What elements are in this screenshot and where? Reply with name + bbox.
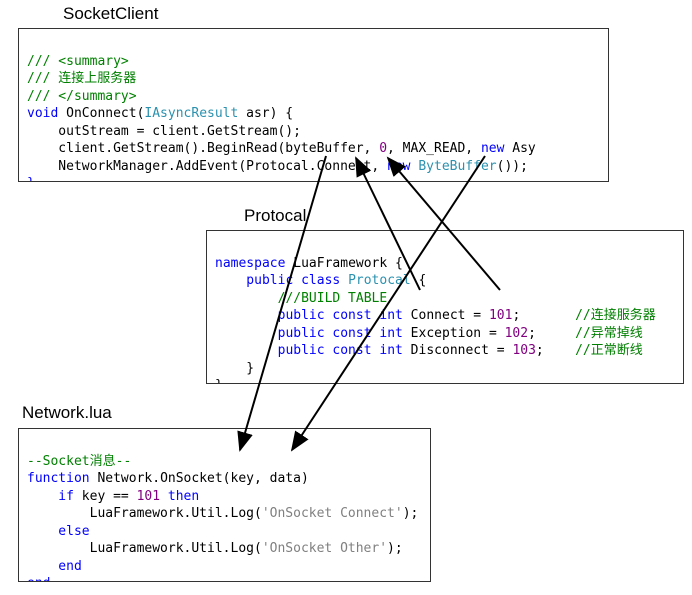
code-line: namespace LuaFramework { — [215, 256, 403, 271]
code-line: end — [27, 576, 50, 582]
code-line: client.GetStream().BeginRead(byteBuffer,… — [27, 141, 536, 156]
code-line: end — [27, 559, 82, 574]
code-line: public const int Connect = 101; //连接服务器 — [215, 308, 656, 323]
code-line: function Network.OnSocket(key, data) — [27, 471, 309, 486]
code-line: LuaFramework.Util.Log('OnSocket Connect'… — [27, 506, 418, 521]
code-line: outStream = client.GetStream(); — [27, 124, 301, 139]
code-line: /// </summary> — [27, 89, 137, 104]
codebox-socketclient: /// <summary> /// 连接上服务器 /// </summary> … — [18, 28, 609, 182]
label-protocal: Protocal — [244, 206, 306, 226]
code-line: else — [27, 524, 90, 539]
code-line: public const int Disconnect = 103; //正常断… — [215, 343, 643, 358]
code-line: LuaFramework.Util.Log('OnSocket Other'); — [27, 541, 403, 556]
code-line: } — [215, 361, 254, 376]
code-line: } — [27, 176, 35, 182]
codebox-protocal: namespace LuaFramework { public class Pr… — [206, 230, 684, 384]
code-line: public const int Exception = 102; //异常掉线 — [215, 326, 643, 341]
code-line: /// <summary> — [27, 54, 129, 69]
label-socketclient: SocketClient — [63, 4, 158, 24]
code-line: if key == 101 then — [27, 489, 199, 504]
code-line: ///BUILD TABLE — [215, 291, 387, 306]
code-line: void OnConnect(IAsyncResult asr) { — [27, 106, 293, 121]
code-line: public class Protocal { — [215, 273, 426, 288]
code-line: /// 连接上服务器 — [27, 71, 136, 86]
code-line: } — [215, 378, 223, 384]
label-networklua: Network.lua — [22, 403, 112, 423]
code-line: --Socket消息-- — [27, 454, 131, 469]
code-line: NetworkManager.AddEvent(Protocal.Connect… — [27, 159, 528, 174]
codebox-networklua: --Socket消息-- function Network.OnSocket(k… — [18, 428, 431, 582]
